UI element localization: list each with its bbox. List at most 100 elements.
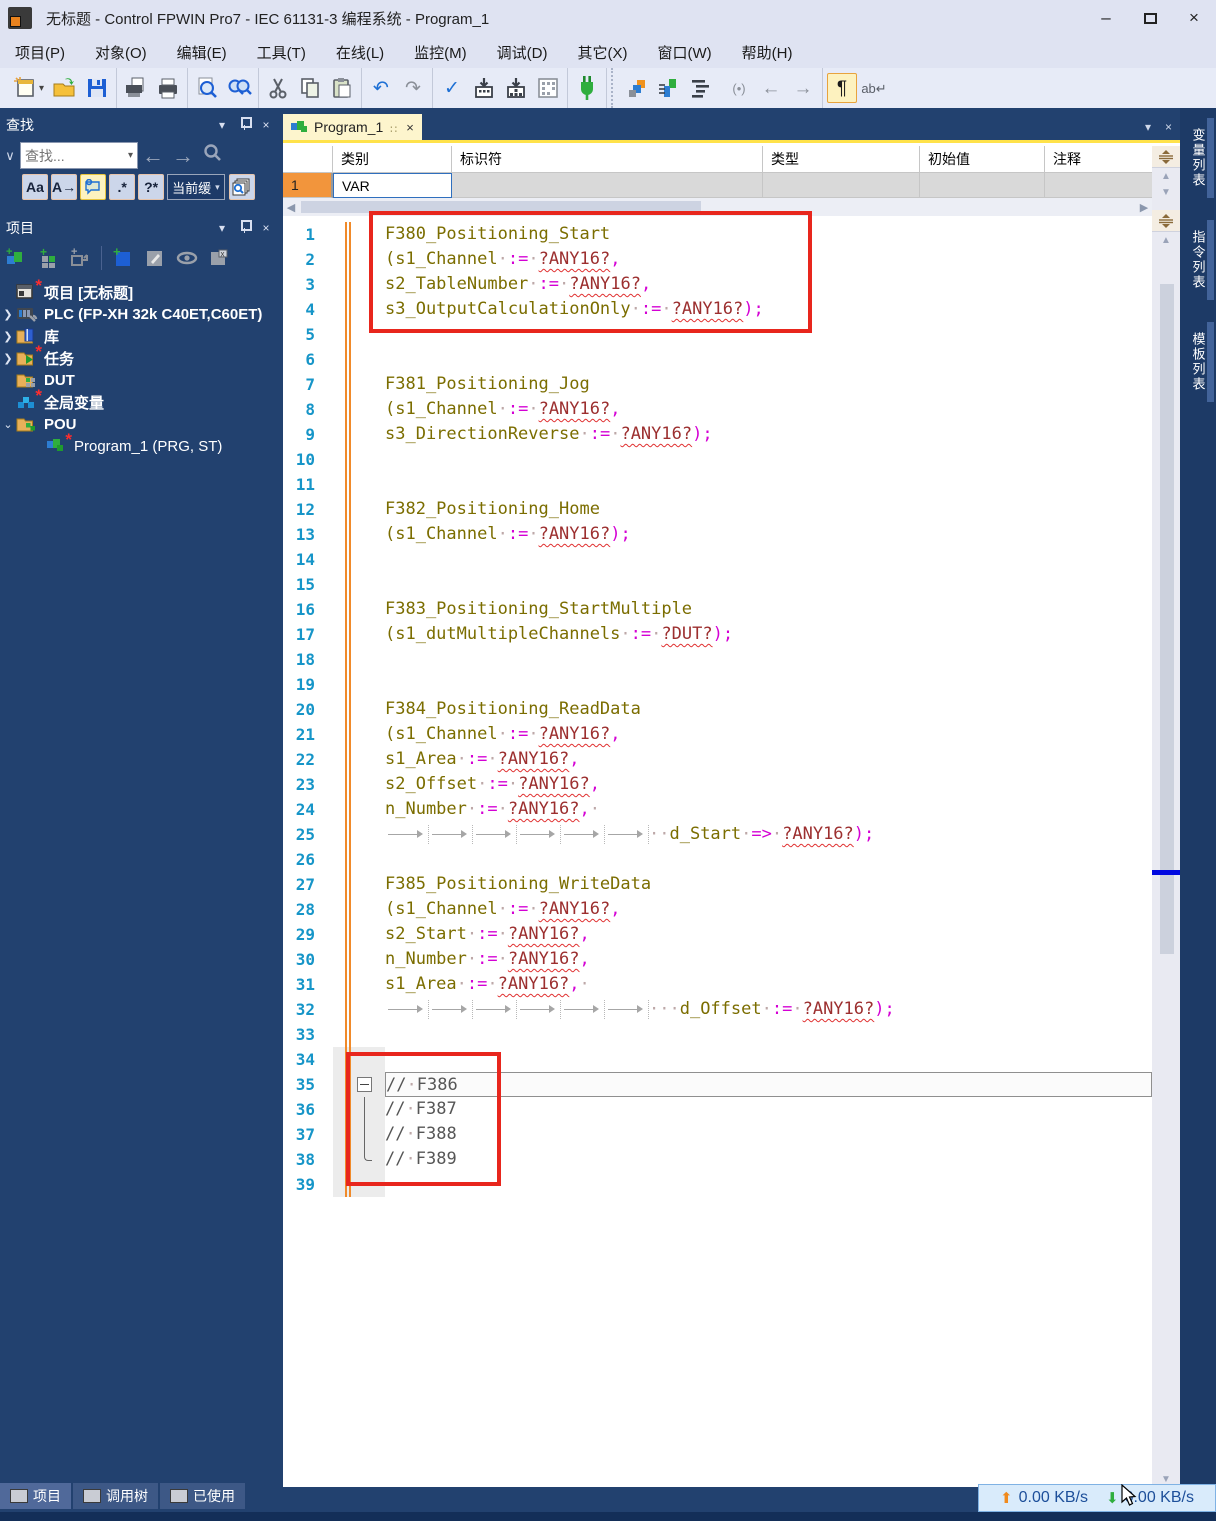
menu-item-8[interactable]: 窗口(W) <box>643 36 727 68</box>
project-panel-collapse-icon[interactable]: ▾ <box>211 221 233 235</box>
regex-button[interactable]: .* <box>109 174 135 200</box>
tree-item-1[interactable]: ❯PLC (FP-XH 32k C40ET,C60ET) <box>0 303 283 325</box>
code-editor[interactable]: 1F380_Positioning_Start2(s1_Channel·:=·?… <box>283 216 1152 1487</box>
code-line-22[interactable]: 22s1_Area·:=·?ANY16?, <box>283 747 1152 772</box>
code-line-15[interactable]: 15 <box>283 572 1152 597</box>
menu-item-3[interactable]: 工具(T) <box>242 36 321 68</box>
code-line-23[interactable]: 23s2_Offset·:=·?ANY16?, <box>283 772 1152 797</box>
find-next-button[interactable]: → <box>168 143 198 169</box>
tree-expand-icon[interactable]: ❯ <box>0 308 16 321</box>
add-dut-button[interactable]: + <box>33 243 63 273</box>
match-case-button[interactable]: Aa <box>22 174 48 200</box>
code-line-14[interactable]: 14 <box>283 547 1152 572</box>
code-line-21[interactable]: 21(s1_Channel·:=·?ANY16?, <box>283 722 1152 747</box>
code-line-30[interactable]: 30n_Number·:=·?ANY16?, <box>283 947 1152 972</box>
category-cell-selected[interactable]: VAR <box>333 173 452 198</box>
find-panel-collapse-icon[interactable]: ▾ <box>211 118 233 132</box>
import-button[interactable]: + <box>65 243 95 273</box>
page-setup-button[interactable] <box>121 73 151 103</box>
close-object-button[interactable]: x <box>204 243 234 273</box>
tree-item-5[interactable]: *全局变量 <box>0 391 283 413</box>
type-cell[interactable] <box>763 173 920 198</box>
show-whitespace-button[interactable]: ¶ <box>827 73 857 103</box>
redo-button[interactable]: ↷ <box>398 73 428 103</box>
code-scroll-up-icon[interactable]: ▲ <box>1152 232 1180 248</box>
tree-expand-icon[interactable]: ❯ <box>0 330 16 343</box>
undo-button[interactable]: ↶ <box>366 73 396 103</box>
tree-item-2[interactable]: ❯库 <box>0 325 283 347</box>
tree-expand-icon[interactable]: ❯ <box>0 352 16 365</box>
code-line-32[interactable]: 32···d_Offset·:=·?ANY16?); <box>283 997 1152 1022</box>
right-tab-1[interactable]: 指令列表 <box>1180 220 1216 300</box>
convert-text-button[interactable]: ab↵ <box>859 73 889 103</box>
code-line-11[interactable]: 11 <box>283 472 1152 497</box>
project-panel-close-icon[interactable]: × <box>255 221 277 235</box>
col-header-type[interactable]: 类型 <box>763 146 920 173</box>
tree-item-7[interactable]: *Program_1 (PRG, ST) <box>0 435 283 457</box>
identifier-cell[interactable] <box>452 173 763 198</box>
menu-item-2[interactable]: 编辑(E) <box>162 36 242 68</box>
code-line-12[interactable]: 12F382_Positioning_Home <box>283 497 1152 522</box>
right-tab-0[interactable]: 变量列表 <box>1180 118 1216 198</box>
menu-item-0[interactable]: 项目(P) <box>0 36 80 68</box>
bottom-tab-0[interactable]: 项目 <box>0 1483 71 1509</box>
code-line-7[interactable]: 7F381_Positioning_Jog <box>283 372 1152 397</box>
code-line-25[interactable]: 25··d_Start·=>·?ANY16?); <box>283 822 1152 847</box>
document-tab-program-1[interactable]: Program_1 ∷ × <box>283 114 422 140</box>
minimize-button[interactable]: – <box>1084 3 1128 33</box>
close-button[interactable]: × <box>1172 3 1216 33</box>
tabwell-menu-icon[interactable]: ▾ <box>1145 120 1151 134</box>
paste-button[interactable] <box>327 73 357 103</box>
code-line-20[interactable]: 20F384_Positioning_ReadData <box>283 697 1152 722</box>
table-splitter-handle[interactable] <box>1152 146 1180 168</box>
col-header-initial[interactable]: 初始值 <box>920 146 1045 173</box>
code-line-24[interactable]: 24n_Number·:=·?ANY16?,· <box>283 797 1152 822</box>
add-pou-button[interactable]: + <box>1 243 31 273</box>
code-line-33[interactable]: 33 <box>283 1022 1152 1047</box>
find-input[interactable] <box>25 148 117 164</box>
copy-button[interactable] <box>295 73 325 103</box>
find-search-icon[interactable] <box>198 143 228 169</box>
code-splitter-handle[interactable] <box>1152 210 1180 232</box>
download-program-button[interactable] <box>469 73 499 103</box>
tree-item-4[interactable]: DUT <box>0 369 283 391</box>
find-panel-pin-icon[interactable] <box>233 117 255 133</box>
code-line-26[interactable]: 26 <box>283 847 1152 872</box>
code-line-13[interactable]: 13(s1_Channel·:=·?ANY16?); <box>283 522 1152 547</box>
find-all-documents-button[interactable] <box>229 174 255 200</box>
find-panel-close-icon[interactable]: × <box>255 118 277 132</box>
menu-item-6[interactable]: 调试(D) <box>482 36 563 68</box>
maximize-button[interactable] <box>1128 3 1172 33</box>
code-line-27[interactable]: 27F385_Positioning_WriteData <box>283 872 1152 897</box>
find-button[interactable] <box>192 73 222 103</box>
online-plug-button[interactable] <box>572 73 602 103</box>
code-line-28[interactable]: 28(s1_Channel·:=·?ANY16?, <box>283 897 1152 922</box>
row-number-cell[interactable]: 1 <box>283 173 333 198</box>
code-template-button[interactable]: (•) <box>724 73 754 103</box>
object-blocks-button[interactable] <box>622 73 652 103</box>
code-line-29[interactable]: 29s2_Start·:=·?ANY16?, <box>283 922 1152 947</box>
download-all-button[interactable] <box>501 73 531 103</box>
whole-word-button[interactable]: A→ <box>51 174 77 200</box>
edit-object-button[interactable] <box>140 243 170 273</box>
right-tab-2[interactable]: 模板列表 <box>1180 322 1216 402</box>
menu-item-1[interactable]: 对象(O) <box>80 36 162 68</box>
search-scope-dropdown[interactable]: 当前缓 ▾ <box>167 174 225 200</box>
comment-cell[interactable] <box>1045 173 1152 198</box>
initial-cell[interactable] <box>920 173 1045 198</box>
code-line-18[interactable]: 18 <box>283 647 1152 672</box>
save-button[interactable] <box>82 73 112 103</box>
verify-button[interactable] <box>533 73 563 103</box>
navigate-forward-button[interactable]: → <box>788 73 818 103</box>
insert-network-button[interactable] <box>654 73 684 103</box>
code-line-16[interactable]: 16F383_Positioning_StartMultiple <box>283 597 1152 622</box>
code-line-8[interactable]: 8(s1_Channel·:=·?ANY16?, <box>283 397 1152 422</box>
menu-item-4[interactable]: 在线(L) <box>321 36 399 68</box>
code-line-9[interactable]: 9s3_DirectionReverse·:=·?ANY16?); <box>283 422 1152 447</box>
print-button[interactable] <box>153 73 183 103</box>
project-panel-pin-icon[interactable] <box>233 220 255 236</box>
tree-item-3[interactable]: ❯*任务 <box>0 347 283 369</box>
code-line-31[interactable]: 31s1_Area·:=·?ANY16?,· <box>283 972 1152 997</box>
outline-button[interactable] <box>686 73 716 103</box>
table-scroll-down-icon[interactable]: ▼ <box>1152 184 1180 200</box>
